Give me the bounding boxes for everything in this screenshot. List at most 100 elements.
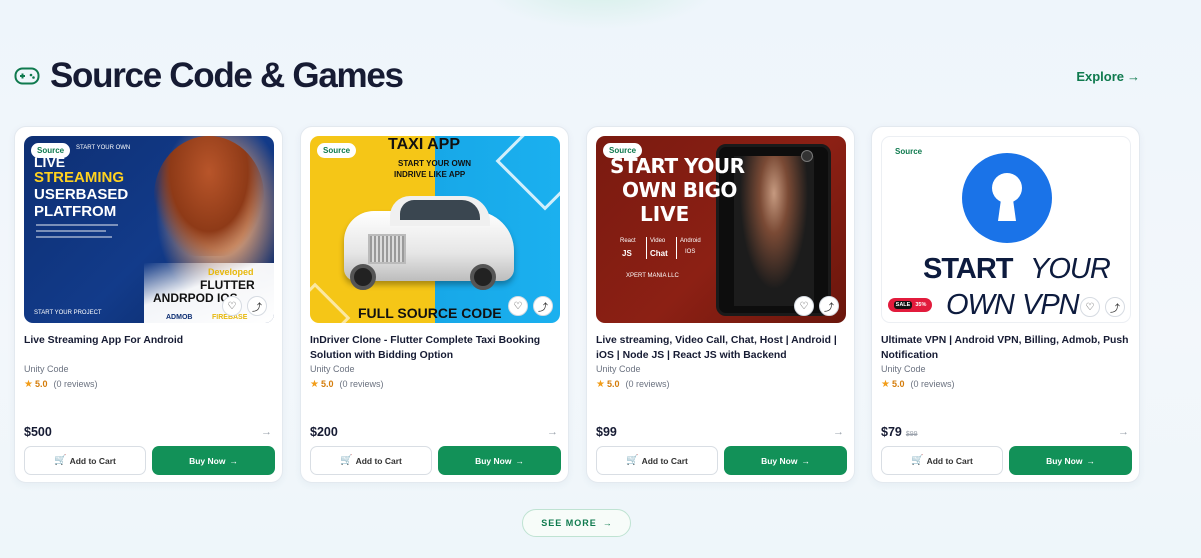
cart-icon: 🛒 (626, 455, 639, 466)
add-to-cart-button[interactable]: 🛒 Add to Cart (310, 446, 432, 475)
heart-icon[interactable]: ♡ (794, 296, 814, 316)
vendor-name[interactable]: Unity Code (596, 364, 641, 374)
thumb-text: START YOUR OWN (76, 145, 131, 151)
rating: ★ 5.0 (0 reviews) (310, 379, 384, 390)
source-badge: Source (31, 143, 71, 158)
add-to-cart-label: Add to Cart (355, 455, 402, 466)
background-glow (480, 0, 720, 30)
source-badge: Source (603, 143, 643, 158)
star-icon: ★ (310, 379, 319, 390)
buy-now-label: Buy Now (1046, 455, 1083, 466)
arrow-right-icon: → (1127, 69, 1140, 84)
current-price: $200 (310, 425, 338, 439)
sale-badge: SALE 35% (888, 298, 932, 312)
cart-icon: 🛒 (54, 455, 67, 466)
thumb-text: STREAMING (34, 169, 124, 186)
section-header: Source Code & Games Explore → (14, 56, 1144, 100)
product-thumbnail[interactable]: START YOUR OWN VPN SALE 35% Source ♡ ⤴ (881, 136, 1131, 323)
thumb-text: OWN (946, 289, 1015, 321)
heart-icon[interactable]: ♡ (508, 296, 528, 316)
gamepad-icon (14, 67, 40, 85)
arrow-right-icon: → (602, 518, 612, 528)
rating: ★ 5.0 (0 reviews) (24, 379, 98, 390)
add-to-cart-label: Add to Cart (641, 455, 688, 466)
thumb-text: Video (650, 238, 666, 244)
add-to-cart-button[interactable]: 🛒 Add to Cart (24, 446, 146, 475)
product-thumbnail[interactable]: START YOUR OWN LIVE STREAMING USERBASED … (24, 136, 274, 323)
vendor-name[interactable]: Unity Code (310, 364, 355, 374)
buy-now-button[interactable]: Buy Now → (724, 446, 847, 475)
arrow-right-icon[interactable]: → (833, 426, 844, 438)
arrow-right-icon[interactable]: → (261, 426, 272, 438)
product-card[interactable]: START YOUR OWN VPN SALE 35% Source ♡ ⤴ U… (871, 126, 1140, 483)
thumb-text: JS (622, 249, 632, 258)
share-icon[interactable]: ⤴ (1105, 297, 1125, 317)
product-thumbnail[interactable]: TAXI APP START YOUR OWN INDRIVE LIKE APP… (310, 136, 560, 323)
thumb-text: IOS (685, 249, 696, 255)
buy-now-label: Buy Now (475, 455, 512, 466)
current-price: $79 (881, 425, 902, 439)
thumb-text: VPN (1022, 289, 1080, 321)
vendor-name[interactable]: Unity Code (881, 364, 926, 374)
thumb-text: ADMOB (166, 314, 193, 321)
current-price: $500 (24, 425, 52, 439)
vendor-name[interactable]: Unity Code (24, 364, 69, 374)
arrow-right-icon[interactable]: → (547, 426, 558, 438)
heart-icon[interactable]: ♡ (222, 296, 242, 316)
product-title[interactable]: Live Streaming App For Android (24, 333, 279, 348)
section-title: Source Code & Games (50, 56, 404, 95)
arrow-right-icon: → (515, 455, 524, 466)
explore-link[interactable]: Explore → (1076, 69, 1140, 84)
thumb-text: Android (680, 238, 701, 244)
product-title[interactable]: InDriver Clone - Flutter Complete Taxi B… (310, 333, 565, 363)
see-more-button[interactable]: SEE MORE → (522, 509, 631, 537)
thumb-text: FULL SOURCE CODE (358, 305, 502, 321)
arrow-right-icon[interactable]: → (1118, 426, 1129, 438)
thumb-text: USERBASED (34, 186, 129, 203)
cart-icon: 🛒 (911, 455, 924, 466)
current-price: $99 (596, 425, 617, 439)
share-icon[interactable]: ⤴ (247, 296, 267, 316)
cart-icon: 🛒 (340, 455, 353, 466)
thumb-text: PLATFROM (34, 203, 117, 220)
thumb-text: Chat (650, 249, 668, 258)
thumb-text: INDRIVE LIKE APP (394, 170, 466, 179)
buy-now-button[interactable]: Buy Now → (152, 446, 275, 475)
rating: ★ 5.0 (0 reviews) (596, 379, 670, 390)
product-card[interactable]: START YOUR OWN LIVE STREAMING USERBASED … (14, 126, 283, 483)
thumb-text: FLUTTER (200, 278, 255, 292)
rating-score: 5.0 (891, 379, 905, 389)
source-badge: Source (889, 144, 929, 159)
heart-icon[interactable]: ♡ (1080, 297, 1100, 317)
add-to-cart-button[interactable]: 🛒 Add to Cart (881, 446, 1003, 475)
product-card[interactable]: START YOUR OWN BIGO LIVE React JS Video … (586, 126, 855, 483)
product-thumbnail[interactable]: START YOUR OWN BIGO LIVE React JS Video … (596, 136, 846, 323)
arrow-right-icon: → (801, 455, 810, 466)
share-icon[interactable]: ⤴ (533, 296, 553, 316)
product-title[interactable]: Ultimate VPN | Android VPN, Billing, Adm… (881, 333, 1136, 363)
buy-now-label: Buy Now (761, 455, 798, 466)
price: $79 $99 (881, 425, 918, 439)
review-count: (0 reviews) (53, 379, 98, 389)
add-to-cart-label: Add to Cart (926, 455, 973, 466)
original-price: $99 (905, 431, 918, 438)
add-to-cart-label: Add to Cart (69, 455, 116, 466)
buy-now-button[interactable]: Buy Now → (438, 446, 561, 475)
arrow-right-icon: → (229, 455, 238, 466)
price: $99 (596, 425, 617, 439)
rating: ★ 5.0 (0 reviews) (881, 379, 955, 390)
source-badge: Source (317, 143, 357, 158)
sale-percent: 35% (915, 302, 927, 308)
buy-now-button[interactable]: Buy Now → (1009, 446, 1132, 475)
share-icon[interactable]: ⤴ (819, 296, 839, 316)
add-to-cart-button[interactable]: 🛒 Add to Cart (596, 446, 718, 475)
product-card[interactable]: TAXI APP START YOUR OWN INDRIVE LIKE APP… (300, 126, 569, 483)
thumb-text: START YOUR PROJECT (34, 310, 102, 316)
thumb-text: Developed (208, 267, 254, 277)
thumb-text: START (923, 253, 1014, 285)
product-title[interactable]: Live streaming, Video Call, Chat, Host |… (596, 333, 851, 363)
thumb-text: YOUR (1030, 253, 1111, 285)
thumb-text: OWN BIGO (622, 178, 737, 202)
thumb-text: START YOUR OWN (398, 159, 472, 168)
review-count: (0 reviews) (339, 379, 384, 389)
